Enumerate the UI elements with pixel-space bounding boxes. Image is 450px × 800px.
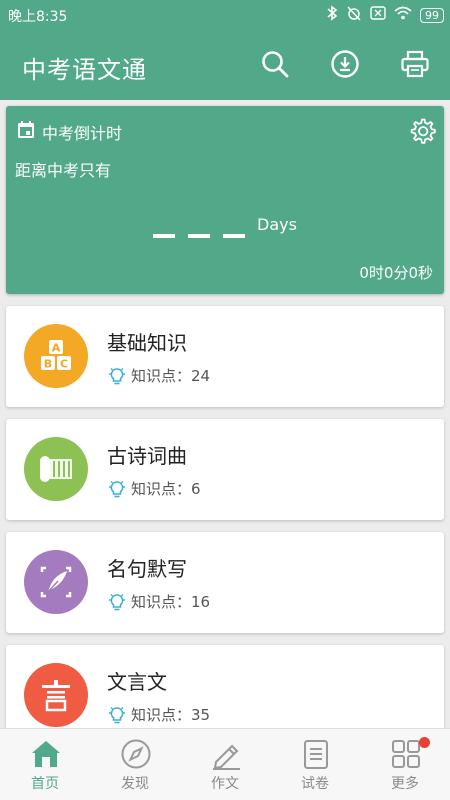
app-title: 中考语文通	[22, 56, 147, 84]
category-card-famous-quotes[interactable]: 名句默写 知识点：16	[6, 532, 444, 633]
category-name: 古诗词曲	[107, 444, 187, 468]
grid-icon	[392, 740, 420, 768]
document-icon	[304, 740, 328, 769]
tab-home[interactable]: 首页	[0, 729, 90, 800]
exam-countdown-card[interactable]: 中考倒计时 距离中考只有 Days 0时0分0秒	[6, 106, 444, 294]
lightbulb-icon	[109, 480, 125, 497]
bluetooth-icon	[326, 5, 338, 25]
tab-label: 首页	[31, 776, 59, 792]
days-digit-placeholder	[223, 234, 245, 238]
knowledge-count-label: 知识点：16	[131, 593, 211, 611]
knowledge-count-label: 知识点：35	[131, 706, 211, 724]
days-label: Days	[257, 215, 297, 234]
tab-more[interactable]: 更多	[360, 729, 450, 800]
alarm-off-icon	[346, 5, 362, 25]
tab-exam-papers[interactable]: 试卷	[270, 729, 360, 800]
status-icons: 99	[326, 5, 444, 25]
speech-character-icon	[24, 663, 88, 727]
tab-discover[interactable]: 发现	[90, 729, 180, 800]
gear-icon[interactable]	[408, 117, 436, 145]
status-time: 晚上8:35	[8, 9, 68, 25]
days-digit-placeholder	[153, 234, 175, 238]
tab-label: 发现	[121, 776, 149, 792]
knowledge-count-label: 知识点：24	[131, 367, 211, 385]
notification-dot	[419, 737, 430, 748]
lightbulb-icon	[109, 367, 125, 384]
wifi-icon	[394, 6, 412, 24]
knowledge-count: 知识点：35	[107, 704, 210, 725]
lightbulb-icon	[109, 593, 125, 610]
svg-text:A: A	[52, 342, 61, 355]
lightbulb-icon	[109, 706, 125, 723]
bottom-tab-bar: 首页 发现 作文 试卷 更多	[0, 728, 450, 800]
category-card-basic-knowledge[interactable]: A B C 基础知识 知识点：24	[6, 306, 444, 407]
svg-text:C: C	[60, 358, 68, 371]
battery-indicator: 99	[420, 7, 444, 23]
download-icon[interactable]	[330, 49, 360, 79]
knowledge-count: 知识点：6	[107, 478, 201, 499]
tab-label: 作文	[211, 776, 239, 792]
scroll-icon	[24, 437, 88, 501]
compass-icon	[121, 739, 151, 769]
quill-icon	[24, 550, 88, 614]
knowledge-count: 知识点：24	[107, 365, 210, 386]
abc-blocks-icon: A B C	[24, 324, 88, 388]
knowledge-count: 知识点：16	[107, 591, 210, 612]
tab-label: 更多	[391, 776, 419, 792]
home-icon	[32, 741, 60, 767]
category-card-ancient-poetry[interactable]: 古诗词曲 知识点：6	[6, 419, 444, 520]
category-name: 名句默写	[107, 557, 187, 581]
tab-composition[interactable]: 作文	[180, 729, 270, 800]
printer-icon[interactable]	[400, 49, 430, 79]
countdown-timer: 0时0分0秒	[359, 264, 433, 282]
category-name: 文言文	[107, 670, 167, 694]
sim-off-icon	[370, 6, 386, 24]
countdown-heading: 中考倒计时	[42, 124, 123, 143]
days-digit-placeholder	[188, 234, 210, 238]
category-name: 基础知识	[107, 331, 187, 355]
countdown-subheading: 距离中考只有	[15, 161, 112, 180]
knowledge-count-label: 知识点：6	[131, 480, 201, 498]
calendar-icon	[16, 120, 36, 140]
app-bar: 中考语文通	[0, 30, 450, 100]
tab-label: 试卷	[301, 776, 329, 792]
status-bar: 晚上8:35 99	[0, 0, 450, 30]
pencil-icon	[213, 744, 240, 770]
svg-text:B: B	[44, 358, 52, 371]
search-icon[interactable]	[260, 49, 290, 79]
